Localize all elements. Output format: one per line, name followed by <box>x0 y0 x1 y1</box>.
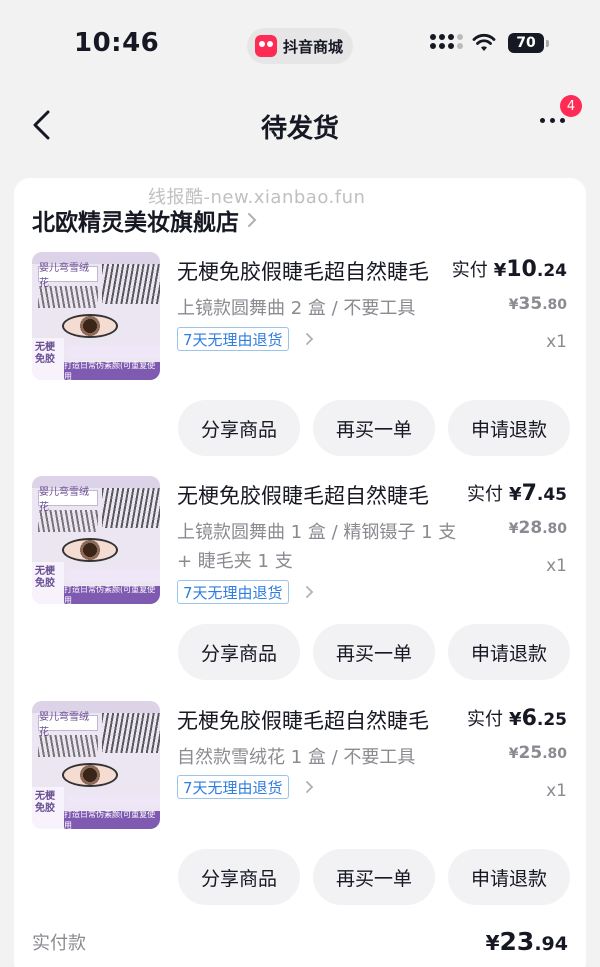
paid-label: 实付 <box>451 260 488 281</box>
share-button[interactable]: 分享商品 <box>178 624 300 680</box>
order-item[interactable]: 婴儿弯雪绒花 无梗免胶 打造日常伪素颜(可重复使用 无梗免胶假睫毛超自然睫毛 上… <box>0 476 600 700</box>
chevron-right-icon <box>248 213 257 227</box>
paid-label: 实付 <box>467 709 504 730</box>
currency-symbol: ¥ <box>508 297 519 313</box>
product-thumbnail[interactable]: 婴儿弯雪绒花 无梗免胶 打造日常伪素颜(可重复使用 <box>32 476 160 604</box>
price-integer: 35 <box>518 294 543 314</box>
item-spec: 上镜款圆舞曲 1 盒 / 精钢镊子 1 支 + 睫毛夹 1 支 <box>177 522 457 572</box>
status-time: 10:46 <box>74 28 160 58</box>
thumbnail-side-tag: 无梗免胶 <box>32 787 64 829</box>
price-decimal: .80 <box>542 521 567 537</box>
notification-badge: 4 <box>560 95 582 117</box>
chevron-right-icon <box>306 781 314 793</box>
original-price: ¥35.80 <box>509 294 567 314</box>
item-quantity: x1 <box>546 556 567 576</box>
item-title[interactable]: 无梗免胶假睫毛超自然睫毛 <box>177 705 449 735</box>
eye-image <box>62 763 118 787</box>
cellular-signal-icon <box>430 34 463 49</box>
price-decimal: .25 <box>536 710 567 730</box>
currency-symbol: ¥ <box>509 484 522 505</box>
item-actions: 分享商品 再买一单 申请退款 <box>178 849 570 905</box>
shop-name: 北欧精灵美妆旗舰店 <box>32 210 239 236</box>
return-policy-tag[interactable]: 7天无理由退货 <box>177 580 289 604</box>
more-options-icon[interactable] <box>540 118 565 123</box>
battery-level: 70 <box>516 35 536 51</box>
rebuy-button[interactable]: 再买一单 <box>313 624 435 680</box>
price-integer: 10 <box>506 257 537 282</box>
shop-header[interactable]: 北欧精灵美妆旗舰店 <box>32 203 257 237</box>
product-thumbnail[interactable]: 婴儿弯雪绒花 无梗免胶 打造日常伪素颜(可重复使用 <box>32 252 160 380</box>
order-total: 实付款 ¥23.94 <box>32 927 568 957</box>
battery-icon: 70 <box>508 33 549 53</box>
paid-price: 实付 ¥7.45 <box>467 480 567 506</box>
original-price: ¥25.80 <box>509 743 567 763</box>
thumbnail-product-line: 婴儿弯雪绒花 <box>38 263 98 289</box>
order-item[interactable]: 婴儿弯雪绒花 无梗免胶 打造日常伪素颜(可重复使用 无梗免胶假睫毛超自然睫毛 自… <box>0 701 600 925</box>
item-quantity: x1 <box>546 332 567 352</box>
wifi-icon <box>472 33 496 51</box>
paid-price: 实付 ¥6.25 <box>467 705 567 731</box>
total-amount: ¥23.94 <box>486 927 568 956</box>
eye-image <box>62 538 118 562</box>
paid-price: 实付 ¥10.24 <box>452 256 567 282</box>
chevron-right-icon <box>306 586 314 598</box>
item-spec: 自然款雪绒花 1 盒 / 不要工具 <box>177 747 416 768</box>
item-quantity: x1 <box>546 781 567 801</box>
currency-symbol: ¥ <box>485 931 500 955</box>
item-actions: 分享商品 再买一单 申请退款 <box>178 624 570 680</box>
item-title[interactable]: 无梗免胶假睫毛超自然睫毛 <box>177 480 449 510</box>
eye-image <box>62 314 118 338</box>
status-bar: 10:46 抖音商城 70 <box>0 0 600 90</box>
price-integer: 6 <box>521 706 537 731</box>
refund-button[interactable]: 申请退款 <box>448 849 570 905</box>
share-button[interactable]: 分享商品 <box>178 400 300 456</box>
app-pill-label: 抖音商城 <box>283 37 344 56</box>
app-pill[interactable]: 抖音商城 <box>247 28 353 64</box>
order-item[interactable]: 婴儿弯雪绒花 无梗免胶 打造日常伪素颜(可重复使用 无梗免胶假睫毛超自然睫毛 上… <box>0 252 600 476</box>
item-spec: 上镜款圆舞曲 2 盒 / 不要工具 <box>177 298 416 319</box>
chevron-right-icon <box>306 333 314 345</box>
price-decimal: .94 <box>534 933 568 955</box>
thumbnail-bottom-text: 打造日常伪素颜(可重复使用 <box>64 810 160 829</box>
total-label: 实付款 <box>32 933 86 954</box>
thumbnail-bottom-text: 打造日常伪素颜(可重复使用 <box>64 585 160 604</box>
rebuy-button[interactable]: 再买一单 <box>313 849 435 905</box>
thumbnail-product-line: 婴儿弯雪绒花 <box>38 487 98 513</box>
currency-symbol: ¥ <box>493 260 507 281</box>
rebuy-button[interactable]: 再买一单 <box>313 400 435 456</box>
price-integer: 25 <box>518 743 543 763</box>
original-price: ¥28.80 <box>509 518 567 538</box>
refund-button[interactable]: 申请退款 <box>448 624 570 680</box>
thumbnail-bottom-text: 打造日常伪素颜(可重复使用 <box>64 361 160 380</box>
refund-button[interactable]: 申请退款 <box>448 400 570 456</box>
price-decimal: .80 <box>542 297 567 313</box>
product-thumbnail[interactable]: 婴儿弯雪绒花 无梗免胶 打造日常伪素颜(可重复使用 <box>32 701 160 829</box>
price-integer: 23 <box>499 927 535 956</box>
share-button[interactable]: 分享商品 <box>178 849 300 905</box>
thumbnail-product-line: 婴儿弯雪绒花 <box>38 712 98 738</box>
douyin-mall-logo-icon <box>255 35 277 57</box>
currency-symbol: ¥ <box>508 746 519 762</box>
item-actions: 分享商品 再买一单 申请退款 <box>178 400 570 456</box>
item-title[interactable]: 无梗免胶假睫毛超自然睫毛 <box>177 256 449 286</box>
currency-symbol: ¥ <box>509 709 522 730</box>
return-policy-tag[interactable]: 7天无理由退货 <box>177 327 289 351</box>
price-decimal: .24 <box>536 261 567 281</box>
price-integer: 7 <box>521 481 537 506</box>
return-policy-tag[interactable]: 7天无理由退货 <box>177 775 289 799</box>
paid-label: 实付 <box>467 484 504 505</box>
page-title: 待发货 <box>260 114 339 144</box>
thumbnail-side-tag: 无梗免胶 <box>32 562 64 604</box>
thumbnail-side-tag: 无梗免胶 <box>32 338 64 380</box>
price-integer: 28 <box>518 518 543 538</box>
currency-symbol: ¥ <box>508 521 519 537</box>
price-decimal: .80 <box>542 746 567 762</box>
nav-bar: 待发货 4 <box>0 90 600 162</box>
price-decimal: .45 <box>536 485 567 505</box>
